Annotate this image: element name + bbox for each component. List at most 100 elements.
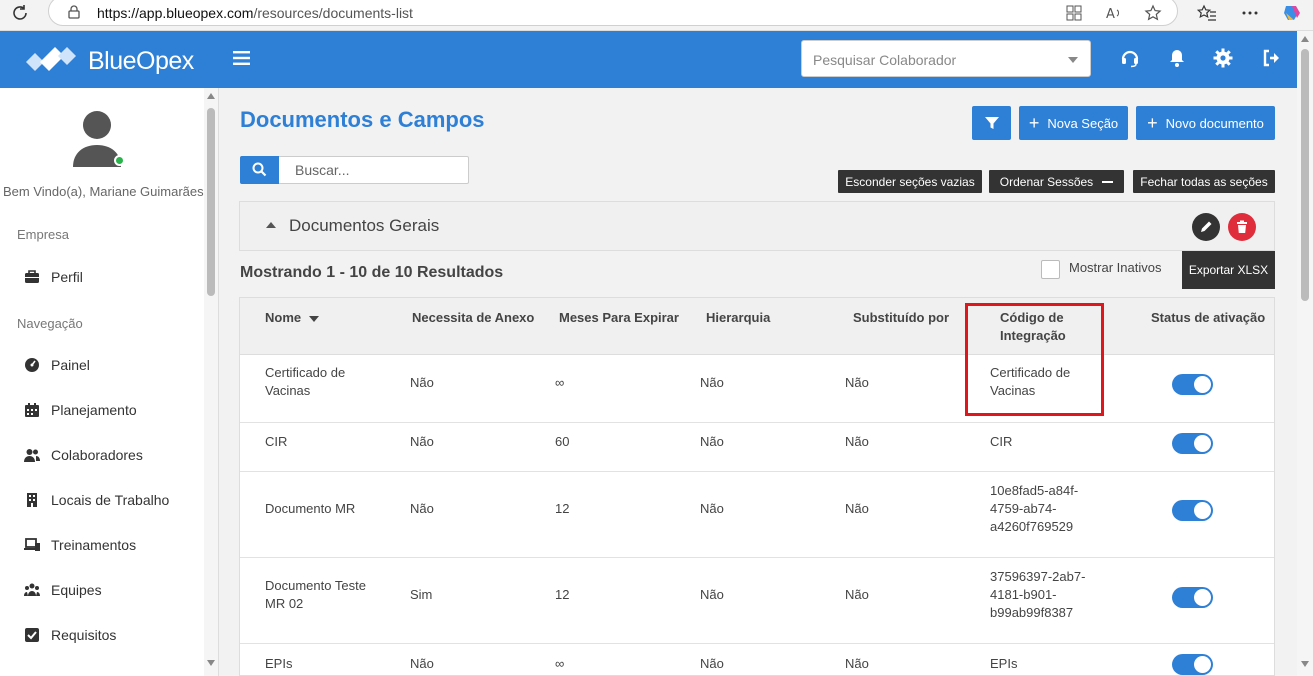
headset-support-icon[interactable]: [1120, 48, 1140, 68]
search-button[interactable]: [240, 156, 279, 184]
sidebar-item-perfil[interactable]: Perfil: [22, 266, 202, 290]
sidebar-item-planejamento[interactable]: Planejamento: [22, 399, 202, 423]
pencil-icon: [1201, 221, 1212, 232]
table-row[interactable]: Documento Teste MR 02 Sim 12 Não Não 3759…: [240, 558, 1274, 644]
url-text: https://app.blueopex.com/resources/docum…: [97, 5, 413, 21]
cell-needs-attachment: Não: [410, 434, 434, 449]
browser-toolbar: https://app.blueopex.com/resources/docum…: [0, 0, 1313, 31]
sidebar-section-navegacao: Navegação: [17, 316, 83, 331]
table-row[interactable]: CIR Não 60 Não Não CIR: [240, 423, 1274, 472]
sidebar-item-colaboradores[interactable]: Colaboradores: [22, 444, 202, 468]
sidebar-item-label: Locais de Trabalho: [51, 492, 170, 508]
table-header: Nome Necessita de Anexo Meses Para Expir…: [240, 298, 1274, 355]
chevron-down-icon: [1068, 57, 1078, 63]
apps-grid-icon[interactable]: [1065, 4, 1083, 22]
logout-icon[interactable]: [1261, 48, 1281, 68]
search-input[interactable]: Buscar...: [240, 156, 469, 184]
export-xlsx-button[interactable]: Exportar XLSX: [1182, 251, 1275, 289]
sidebar-scrollbar[interactable]: [204, 88, 218, 676]
scroll-up-arrow-icon[interactable]: [1301, 36, 1309, 42]
cell-name: CIR: [265, 434, 288, 449]
show-inactive-checkbox[interactable]: [1041, 260, 1060, 279]
sidebar-item-label: Perfil: [51, 269, 83, 285]
read-aloud-icon[interactable]: A: [1105, 4, 1123, 22]
section-header-documentos-gerais[interactable]: Documentos Gerais: [239, 201, 1275, 251]
cell-replaced-by: Não: [845, 501, 869, 516]
address-bar[interactable]: https://app.blueopex.com/resources/docum…: [48, 0, 1178, 26]
svg-text:A: A: [1106, 7, 1115, 22]
sort-down-icon[interactable]: [309, 315, 320, 322]
page-scroll-thumb[interactable]: [1301, 49, 1309, 301]
favorite-star-icon[interactable]: [1144, 4, 1162, 22]
lock-icon: [68, 5, 80, 19]
copilot-icon[interactable]: [1282, 4, 1302, 22]
scroll-down-arrow-icon[interactable]: [207, 660, 215, 666]
results-count: Mostrando 1 - 10 de 10 Resultados: [240, 264, 504, 281]
documents-table: Nome Necessita de Anexo Meses Para Expir…: [239, 297, 1275, 676]
calendar-icon: [25, 403, 39, 417]
cell-name: EPIs: [265, 656, 293, 671]
trash-icon: [1237, 220, 1247, 233]
search-icon: [252, 162, 267, 177]
table-row[interactable]: Certificado de Vacinas Não ∞ Não Não Cert…: [240, 355, 1274, 423]
filter-button[interactable]: [972, 106, 1011, 140]
edit-section-button[interactable]: [1192, 213, 1220, 241]
employee-search-select[interactable]: Pesquisar Colaborador: [801, 40, 1091, 77]
status-toggle[interactable]: [1172, 654, 1213, 675]
sidebar-item-locais-de-trabalho[interactable]: Locais de Trabalho: [22, 489, 202, 513]
close-all-sections-button[interactable]: Fechar todas as seções: [1133, 170, 1275, 193]
table-row[interactable]: Documento MR Não 12 Não Não 10e8fad5-a84…: [240, 472, 1274, 558]
scroll-down-arrow-icon[interactable]: [1301, 661, 1309, 667]
cell-months: 60: [555, 434, 570, 449]
section-title: Documentos Gerais: [289, 216, 440, 235]
blueopex-logo-icon[interactable]: [24, 42, 78, 76]
favorites-icon[interactable]: [1197, 4, 1217, 22]
collapse-caret-up-icon[interactable]: [266, 222, 276, 228]
sidebar-item-painel[interactable]: Painel: [22, 354, 202, 378]
gauge-icon: [25, 358, 39, 372]
brand-name[interactable]: BlueOpex: [88, 47, 194, 76]
welcome-text: Bem Vindo(a), Mariane Guimarães: [3, 184, 204, 199]
cell-hierarchy: Não: [700, 587, 724, 602]
sidebar-section-empresa: Empresa: [17, 227, 70, 242]
menu-hamburger-icon[interactable]: [233, 50, 251, 66]
status-toggle[interactable]: [1172, 433, 1213, 454]
new-section-button[interactable]: + Nova Seção: [1019, 106, 1128, 140]
plus-icon: +: [1028, 113, 1040, 133]
page-scrollbar[interactable]: [1297, 31, 1313, 676]
sidebar-item-requisitos[interactable]: Requisitos: [22, 624, 202, 648]
minus-icon: [1102, 180, 1114, 183]
cell-months: ∞: [555, 375, 565, 390]
cell-hierarchy: Não: [700, 375, 724, 390]
reload-icon[interactable]: [10, 3, 30, 23]
new-document-button[interactable]: + Novo documento: [1136, 106, 1275, 140]
sidebar-scroll-thumb[interactable]: [207, 108, 215, 296]
column-header-status-ativacao: Status de ativação: [1151, 310, 1266, 325]
hide-empty-sections-button[interactable]: Esconder seções vazias: [838, 170, 982, 193]
scroll-up-arrow-icon[interactable]: [207, 93, 215, 99]
order-sections-button[interactable]: Ordenar Sessões: [989, 170, 1124, 193]
show-inactive-label[interactable]: Mostrar Inativos: [1069, 260, 1161, 275]
status-toggle[interactable]: [1172, 374, 1213, 395]
sidebar-item-equipes[interactable]: Equipes: [22, 579, 202, 603]
sidebar-item-label: Treinamentos: [51, 537, 137, 553]
search-placeholder: Buscar...: [295, 162, 350, 178]
more-options-icon[interactable]: [1240, 4, 1260, 22]
table-row[interactable]: EPIs Não ∞ Não Não EPIs: [240, 644, 1274, 675]
page-title: Documentos e Campos: [240, 107, 485, 132]
column-header-nome[interactable]: Nome: [265, 309, 320, 327]
laptop-icon: [24, 538, 40, 551]
gear-settings-icon[interactable]: [1213, 48, 1233, 68]
delete-section-button[interactable]: [1228, 213, 1256, 241]
users-icon: [24, 449, 40, 462]
status-toggle[interactable]: [1172, 500, 1213, 521]
column-header-hierarquia: Hierarquia: [706, 310, 771, 325]
bell-notification-icon[interactable]: [1167, 48, 1187, 68]
cell-name: Certificado de Vacinas: [265, 365, 346, 398]
cell-hierarchy: Não: [700, 656, 724, 671]
sidebar-item-label: Requisitos: [51, 627, 117, 643]
sidebar-item-treinamentos[interactable]: Treinamentos: [22, 534, 202, 558]
cell-needs-attachment: Não: [410, 375, 434, 390]
cell-replaced-by: Não: [845, 434, 869, 449]
status-toggle[interactable]: [1172, 587, 1213, 608]
